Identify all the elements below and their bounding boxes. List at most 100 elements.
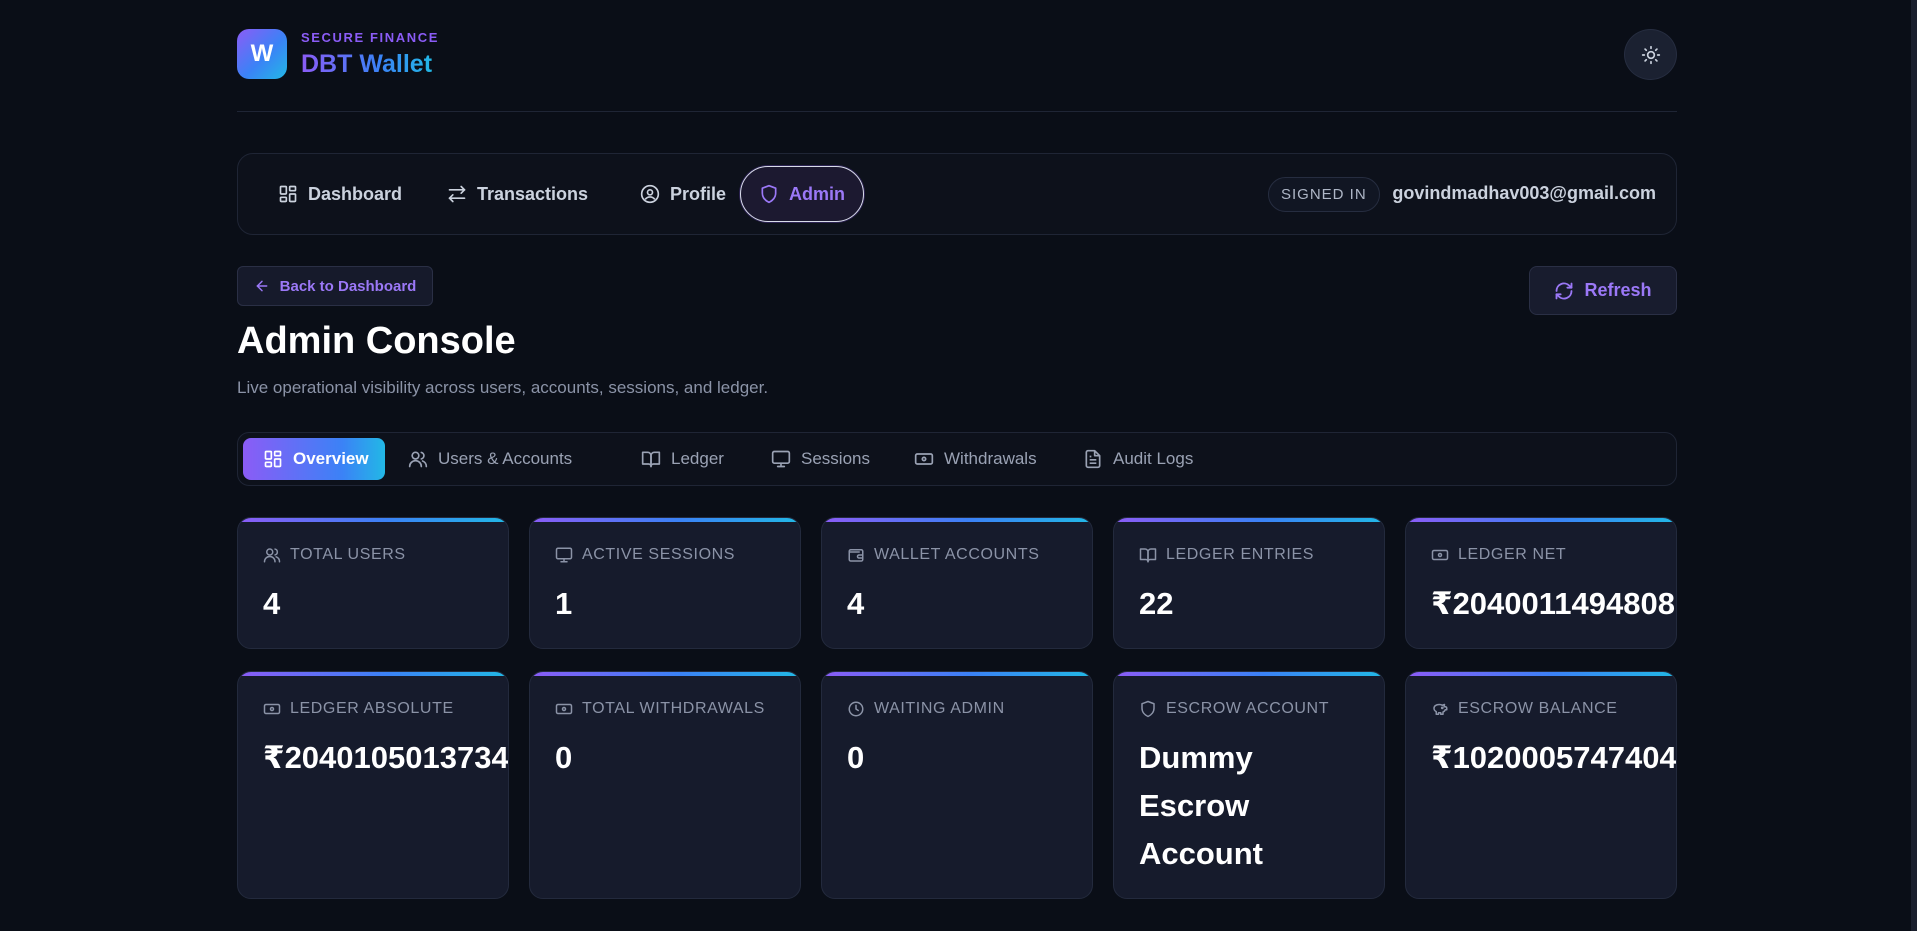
refresh-button-label: Refresh	[1584, 280, 1652, 300]
back-to-dashboard-button[interactable]: Back to Dashboard	[237, 266, 433, 306]
nav-profile-label: Profile	[670, 183, 727, 204]
back-button-label: Back to Dashboard	[279, 277, 417, 295]
file-text-icon	[1083, 449, 1103, 469]
stat-value: Dummy Escrow Account	[1139, 740, 1263, 871]
nav-admin[interactable]: Admin	[740, 166, 864, 222]
banknote-icon	[555, 700, 573, 718]
tab-sessions-label: Sessions	[801, 449, 870, 468]
stat-label: ESCROW BALANCE	[1431, 700, 1618, 718]
stat-label-text: WALLET ACCOUNTS	[874, 546, 1040, 563]
stat-value: 4	[847, 586, 865, 621]
monitor-icon	[555, 546, 573, 564]
stat-value: 1	[555, 586, 573, 621]
dashboard-icon	[278, 184, 298, 204]
stat-value: 4	[263, 586, 281, 621]
nav-transactions[interactable]: Transactions	[433, 166, 602, 222]
stat-label: LEDGER NET	[1431, 546, 1566, 564]
page-subtitle: Live operational visibility across users…	[237, 378, 769, 397]
stat-label-text: ESCROW ACCOUNT	[1166, 700, 1330, 717]
wallet-icon	[847, 546, 865, 564]
tab-users-accounts-label: Users & Accounts	[438, 449, 573, 468]
book-icon	[1139, 546, 1157, 564]
stat-value: 22	[1139, 586, 1174, 621]
tab-overview-label: Overview	[293, 449, 369, 468]
shield-icon	[759, 184, 779, 204]
stat-label-text: LEDGER ABSOLUTE	[290, 700, 454, 717]
arrows-icon	[447, 184, 467, 204]
signed-in-badge: SIGNED IN	[1268, 177, 1380, 212]
banknote-icon	[263, 700, 281, 718]
stat-card-ledger-net: LEDGER NET ₹2040011494808	[1405, 517, 1677, 649]
brand-title: DBT Wallet	[301, 50, 433, 78]
stat-label: ESCROW ACCOUNT	[1139, 700, 1329, 718]
tab-users-accounts[interactable]: Users & Accounts	[388, 438, 592, 480]
piggy-bank-icon	[1431, 700, 1449, 718]
banknote-icon	[1431, 546, 1449, 564]
stat-card-ledger-absolute: LEDGER ABSOLUTE ₹2040105013734	[237, 671, 509, 899]
stat-value: 0	[847, 740, 865, 775]
stat-label: LEDGER ENTRIES	[1139, 546, 1314, 564]
sun-icon	[1641, 45, 1661, 65]
nav-profile[interactable]: Profile	[626, 166, 740, 222]
stat-label: ACTIVE SESSIONS	[555, 546, 735, 564]
nav-transactions-label: Transactions	[477, 183, 589, 204]
user-email: govindmadhav003@gmail.com	[1392, 183, 1656, 203]
stat-card-escrow-account: ESCROW ACCOUNT Dummy Escrow Account	[1113, 671, 1385, 899]
stat-card-total-withdrawals: TOTAL WITHDRAWALS 0	[529, 671, 801, 899]
tab-overview[interactable]: Overview	[243, 438, 385, 480]
app-header: W SECURE FINANCE DBT Wallet	[237, 0, 1677, 112]
refresh-button[interactable]: Refresh	[1529, 266, 1677, 315]
book-icon	[641, 449, 661, 469]
tab-ledger-label: Ledger	[671, 449, 724, 468]
tab-ledger[interactable]: Ledger	[621, 438, 744, 480]
brand-eyebrow: SECURE FINANCE	[301, 30, 439, 45]
clock-icon	[847, 700, 865, 718]
stat-card-active-sessions: ACTIVE SESSIONS 1	[529, 517, 801, 649]
theme-toggle-button[interactable]	[1624, 29, 1677, 80]
stat-value: ₹1020005747404	[1431, 740, 1677, 775]
stat-card-total-users: TOTAL USERS 4	[237, 517, 509, 649]
stat-card-wallet-accounts: WALLET ACCOUNTS 4	[821, 517, 1093, 649]
grid-icon	[263, 449, 283, 469]
shield-icon	[1139, 700, 1157, 718]
tab-sessions[interactable]: Sessions	[751, 438, 890, 480]
user-circle-icon	[640, 184, 660, 204]
admin-tabs: Overview Users & Accounts Ledger Session…	[237, 432, 1677, 486]
stat-label: LEDGER ABSOLUTE	[263, 700, 454, 718]
stat-label-text: LEDGER NET	[1458, 546, 1567, 563]
stat-label: WALLET ACCOUNTS	[847, 546, 1039, 564]
nav-dashboard[interactable]: Dashboard	[264, 166, 416, 222]
main-nav: Dashboard Transactions Profile Admin SIG…	[237, 153, 1677, 235]
stat-label-text: ESCROW BALANCE	[1458, 700, 1618, 717]
stat-label: WAITING ADMIN	[847, 700, 1005, 718]
monitor-icon	[771, 449, 791, 469]
nav-admin-label: Admin	[789, 183, 845, 204]
page-title: Admin Console	[237, 320, 516, 362]
stat-value: 0	[555, 740, 573, 775]
stat-label-text: WAITING ADMIN	[874, 700, 1005, 717]
nav-dashboard-label: Dashboard	[308, 183, 403, 204]
tab-withdrawals-label: Withdrawals	[944, 449, 1037, 468]
users-icon	[408, 449, 428, 469]
stat-label-text: TOTAL WITHDRAWALS	[582, 700, 765, 717]
page-container: W SECURE FINANCE DBT Wallet Dashboard Tr…	[237, 0, 1677, 899]
tab-audit-logs[interactable]: Audit Logs	[1063, 438, 1213, 480]
refresh-icon	[1554, 281, 1574, 301]
arrow-left-icon	[254, 278, 270, 294]
stat-card-waiting-admin: WAITING ADMIN 0	[821, 671, 1093, 899]
stat-label-text: TOTAL USERS	[290, 546, 406, 563]
stat-value: ₹2040011494808	[1431, 586, 1675, 621]
stat-value: ₹2040105013734	[263, 740, 509, 775]
stat-label: TOTAL WITHDRAWALS	[555, 700, 765, 718]
stat-card-ledger-entries: LEDGER ENTRIES 22	[1113, 517, 1385, 649]
stat-label: TOTAL USERS	[263, 546, 406, 564]
stat-label-text: ACTIVE SESSIONS	[582, 546, 736, 563]
tab-withdrawals[interactable]: Withdrawals	[894, 438, 1057, 480]
stat-card-escrow-balance: ESCROW BALANCE ₹1020005747404	[1405, 671, 1677, 899]
banknote-icon	[914, 449, 934, 469]
users-icon	[263, 546, 281, 564]
stat-label-text: LEDGER ENTRIES	[1166, 546, 1314, 563]
logo: W	[237, 29, 287, 79]
page-scrollbar[interactable]	[1911, 0, 1917, 931]
tab-audit-logs-label: Audit Logs	[1113, 449, 1194, 468]
